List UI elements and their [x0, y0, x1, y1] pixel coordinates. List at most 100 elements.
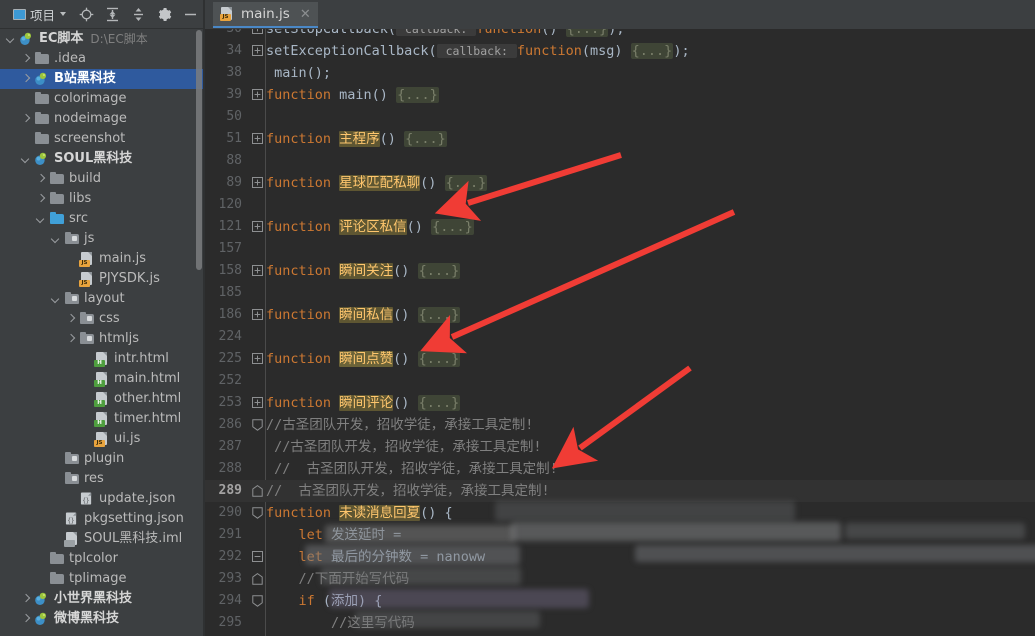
chevron-right-icon[interactable] — [66, 314, 77, 325]
code-fold-toggle[interactable] — [252, 590, 266, 612]
code-fold-toggle[interactable] — [252, 304, 266, 326]
tree-item-label: htmljs — [99, 331, 139, 346]
code-line[interactable]: 120 — [205, 194, 1035, 216]
code-fold-toggle[interactable] — [252, 172, 266, 194]
code-fold-toggle[interactable] — [252, 348, 266, 370]
code-line[interactable]: 253 function 瞬间评论() {...} — [205, 392, 1035, 414]
project-tree[interactable]: EC脚本 D:\EC脚本 .idea B站黑科技 colorimage nodeimage… — [0, 29, 205, 636]
tree-item-colorimage[interactable]: colorimage — [0, 89, 205, 109]
code-line[interactable]: 30 setStopCallback( callback: function() … — [205, 29, 1035, 40]
tree-item-src[interactable]: src — [0, 209, 205, 229]
code-line[interactable]: 185 — [205, 282, 1035, 304]
code-line[interactable]: 89 function 星球匹配私聊() {...} — [205, 172, 1035, 194]
tree-item-other.html[interactable]: Hother.html — [0, 389, 205, 409]
project-tree-scrollbar[interactable] — [196, 30, 202, 270]
code-line[interactable]: 50 — [205, 106, 1035, 128]
line-number: 289 — [218, 483, 242, 498]
chevron-right-icon[interactable] — [21, 114, 32, 125]
code-fold-toggle[interactable] — [252, 480, 266, 502]
code-fold-toggle[interactable] — [252, 29, 266, 40]
tree-item-soul黑科技.iml[interactable]: SOUL黑科技.iml — [0, 529, 205, 549]
code-line[interactable]: 39 function main() {...} — [205, 84, 1035, 106]
code-line[interactable]: 286 //古圣团队开发，招收学徒，承接工具定制! — [205, 414, 1035, 436]
tree-item-b站黑科技[interactable]: B站黑科技 — [0, 69, 205, 89]
tree-item-timer.html[interactable]: Htimer.html — [0, 409, 205, 429]
settings-button[interactable] — [151, 3, 177, 25]
chevron-right-icon[interactable] — [36, 174, 47, 185]
tree-item-js[interactable]: js — [0, 229, 205, 249]
tree-item-tplcolor[interactable]: tplcolor — [0, 549, 205, 569]
expand-all-button[interactable] — [125, 3, 151, 25]
code-fold-toggle[interactable] — [252, 128, 266, 150]
chevron-right-icon[interactable] — [36, 194, 47, 205]
tree-item-libs[interactable]: libs — [0, 189, 205, 209]
code-line[interactable]: 186 function 瞬间私信() {...} — [205, 304, 1035, 326]
tree-item-pkgsetting.json[interactable]: {} pkgsetting.json — [0, 509, 205, 529]
tree-item-plugin[interactable]: plugin — [0, 449, 205, 469]
chevron-right-icon[interactable] — [21, 54, 32, 65]
code-fold-toggle[interactable] — [252, 40, 266, 62]
tree-item-soul黑科技[interactable]: SOUL黑科技 — [0, 149, 205, 169]
tree-item-main.html[interactable]: Hmain.html — [0, 369, 205, 389]
code-line[interactable]: 158 function 瞬间关注() {...} — [205, 260, 1035, 282]
project-dropdown-button[interactable]: 项目 — [10, 3, 69, 25]
code-fold-toggle[interactable] — [252, 502, 266, 524]
tree-item-css[interactable]: css — [0, 309, 205, 329]
tree-item-小世界黑科技[interactable]: 小世界黑科技 — [0, 589, 205, 609]
tree-item-intr.html[interactable]: Hintr.html — [0, 349, 205, 369]
code-fold-toggle[interactable] — [252, 414, 266, 436]
tree-item-screenshot[interactable]: screenshot — [0, 129, 205, 149]
code-fold-toggle[interactable] — [252, 84, 266, 106]
code-line[interactable]: 34 setExceptionCallback( callback: functi… — [205, 40, 1035, 62]
tree-item-微博黑科技[interactable]: 微博黑科技 — [0, 609, 205, 629]
chevron-down-icon[interactable] — [21, 154, 32, 165]
code-line[interactable]: 224 — [205, 326, 1035, 348]
code-line[interactable]: 225 function 瞬间点赞() {...} — [205, 348, 1035, 370]
code-line[interactable]: 295 //这里写代码 — [205, 612, 1035, 634]
code-fold-toggle[interactable] — [252, 568, 266, 590]
chevron-down-icon[interactable] — [51, 294, 62, 305]
tree-item-pjysdk.js[interactable]: JS PJYSDK.js — [0, 269, 205, 289]
tree-item-htmljs[interactable]: htmljs — [0, 329, 205, 349]
tree-item-tplimage[interactable]: tplimage — [0, 569, 205, 589]
hide-panel-button[interactable] — [177, 3, 203, 25]
code-line[interactable]: 121 function 评论区私信() {...} — [205, 216, 1035, 238]
code-fold-toggle[interactable] — [252, 392, 266, 414]
code-editor[interactable]: 30 setStopCallback( callback: function() … — [205, 29, 1035, 636]
code-line[interactable]: 252 — [205, 370, 1035, 392]
tree-item-build[interactable]: build — [0, 169, 205, 189]
code-line[interactable]: 288 // 古圣团队开发，招收学徒，承接工具定制! — [205, 458, 1035, 480]
chevron-right-icon[interactable] — [21, 594, 32, 605]
tree-item-ec脚本[interactable]: EC脚本 D:\EC脚本 — [0, 29, 205, 49]
tree-item-nodeimage[interactable]: nodeimage — [0, 109, 205, 129]
chevron-right-icon[interactable] — [66, 334, 77, 345]
tree-item-main.js[interactable]: JS main.js — [0, 249, 205, 269]
line-number: 288 — [218, 461, 242, 476]
chevron-down-icon[interactable] — [36, 214, 47, 225]
tree-item-.idea[interactable]: .idea — [0, 49, 205, 69]
chevron-right-icon[interactable] — [21, 74, 32, 85]
code-line[interactable]: 88 — [205, 150, 1035, 172]
code-line[interactable]: 157 — [205, 238, 1035, 260]
close-icon[interactable]: ✕ — [300, 8, 311, 21]
chevron-right-icon[interactable] — [21, 614, 32, 625]
html-file-icon: H — [94, 371, 110, 387]
tree-item-update.json[interactable]: {} update.json — [0, 489, 205, 509]
tree-item-layout[interactable]: layout — [0, 289, 205, 309]
tree-item-res[interactable]: res — [0, 469, 205, 489]
code-line[interactable]: 38 main(); — [205, 62, 1035, 84]
code-line[interactable]: 287 //古圣团队开发，招收学徒，承接工具定制! — [205, 436, 1035, 458]
code-line[interactable]: 289 // 古圣团队开发，招收学徒，承接工具定制! — [205, 480, 1035, 502]
collapse-all-button[interactable] — [99, 3, 125, 25]
code-fold-toggle[interactable] — [252, 546, 266, 568]
chevron-down-icon[interactable] — [6, 34, 17, 45]
chevron-down-icon[interactable] — [51, 234, 62, 245]
locate-file-button[interactable] — [73, 3, 99, 25]
tree-item-ui.js[interactable]: JS ui.js — [0, 429, 205, 449]
code-fold-toggle[interactable] — [252, 260, 266, 282]
tree-item-label: src — [69, 211, 88, 226]
tab-main-js[interactable]: JS main.js ✕ — [213, 2, 318, 28]
code-fold-toggle[interactable] — [252, 216, 266, 238]
module-icon — [19, 31, 35, 47]
code-line[interactable]: 51 function 主程序() {...} — [205, 128, 1035, 150]
